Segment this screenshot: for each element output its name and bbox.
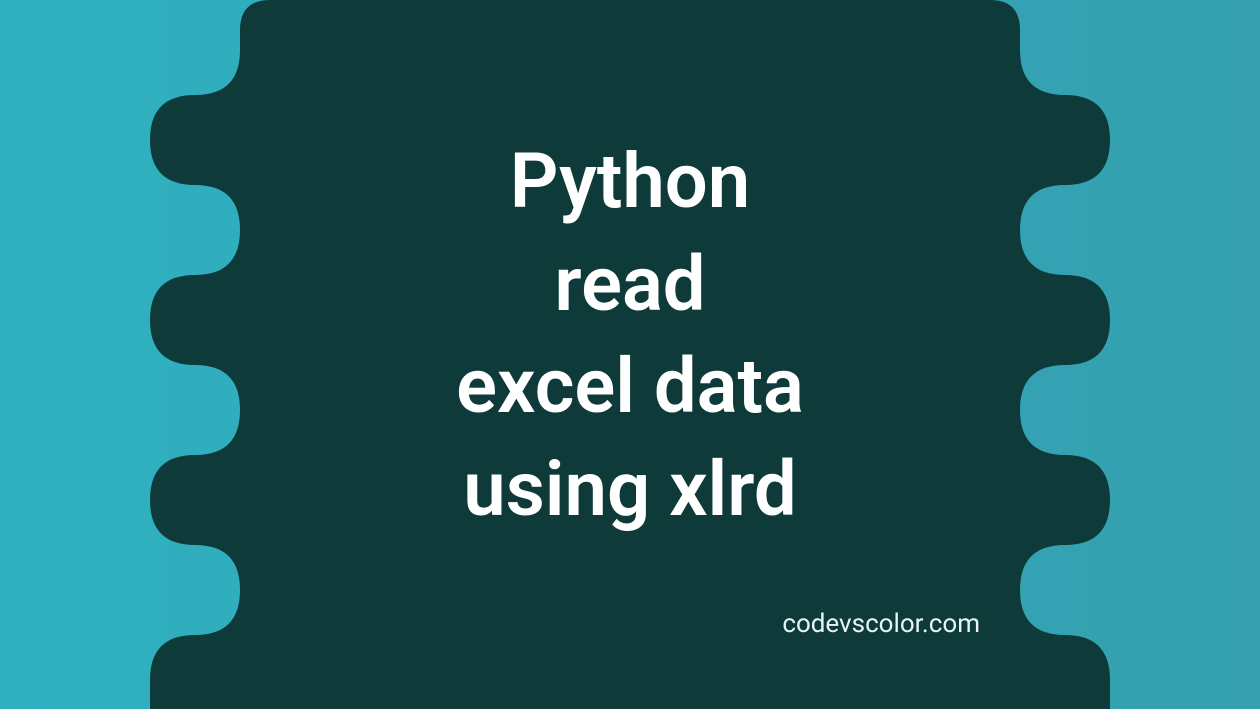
main-title: Python read excel data using xlrd [456,130,804,540]
site-attribution: codevscolor.com [782,609,980,639]
thumbnail-canvas: Python read excel data using xlrd codevs… [0,0,1260,709]
